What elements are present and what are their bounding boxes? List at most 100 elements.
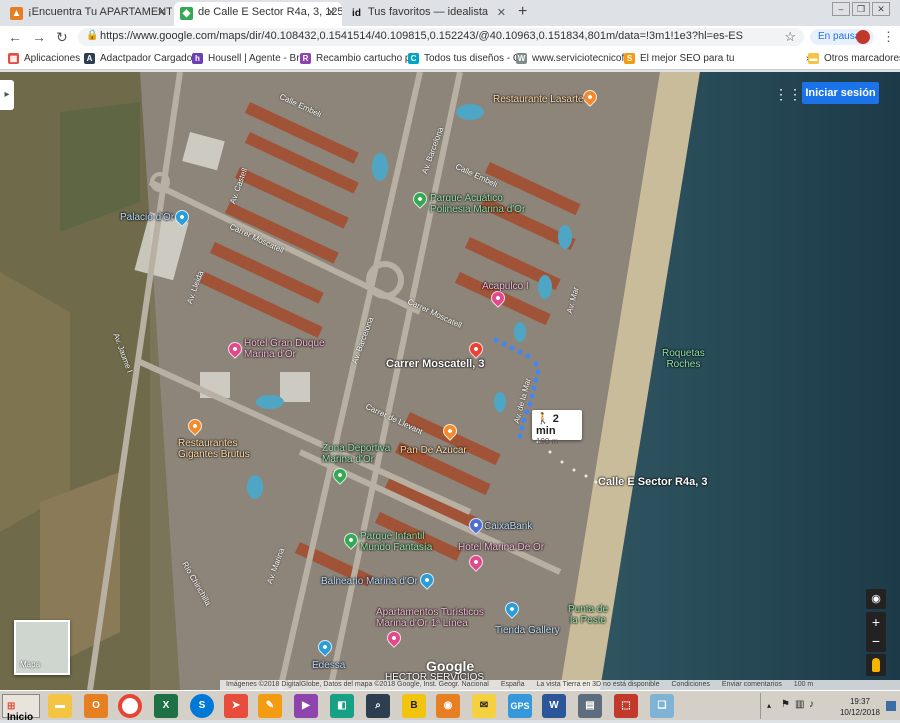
search-icon[interactable]: ⌕ bbox=[366, 694, 390, 718]
street-view-pegman-icon[interactable] bbox=[866, 654, 886, 676]
bookmark-housell[interactable]: h Housell | Agente - Br bbox=[192, 53, 300, 64]
chrome-icon[interactable] bbox=[118, 694, 142, 718]
layer-switcher-minimap[interactable]: Mapa bbox=[14, 620, 70, 675]
bookmark-favicon-icon: S bbox=[624, 53, 635, 64]
network-icon[interactable]: ▥ bbox=[795, 699, 804, 710]
terms-link[interactable]: Condiciones bbox=[671, 681, 710, 688]
place-label[interactable]: Palacio d'Or bbox=[120, 212, 174, 223]
reload-icon[interactable]: ↻ bbox=[56, 29, 68, 46]
bookmark-recambio[interactable]: R Recambio cartucho p bbox=[300, 53, 411, 64]
place-label[interactable]: Hotel Marina De Or bbox=[458, 542, 544, 553]
files-icon[interactable]: ▤ bbox=[578, 694, 602, 718]
map-canvas[interactable]: ▸ ⋮⋮⋮ Iniciar sesión Restaurante Lasarte… bbox=[0, 72, 900, 690]
tab-apartamento[interactable]: ▲ ¡Encuentra Tu APARTAMENTO e ✕ bbox=[4, 2, 172, 26]
origin-label[interactable]: Calle E Sector R4a, 3 bbox=[598, 477, 707, 488]
movie-icon[interactable]: ▶ bbox=[294, 694, 318, 718]
show-desktop-icon[interactable] bbox=[886, 701, 896, 711]
taskbar: ⊞ Inicio ▬ O X S ➤ ✎ ▶ ◧ ⌕ B ◉ ✉ GPS W ▤… bbox=[0, 690, 900, 723]
attribution-text: Imágenes ©2018 DigitalGlobe, Datos del m… bbox=[226, 681, 489, 688]
place-label[interactable]: CaixaBank bbox=[484, 521, 532, 532]
mail-icon[interactable]: ✉ bbox=[472, 694, 496, 718]
bookmark-seo[interactable]: S El mejor SEO para tu bbox=[624, 53, 734, 64]
send-icon[interactable]: ➤ bbox=[224, 694, 248, 718]
profile-button[interactable]: En pausa bbox=[810, 29, 874, 45]
bookmark-canva[interactable]: C Todos tus diseños - C bbox=[408, 53, 520, 64]
place-label[interactable]: Pan De Azúcar bbox=[400, 445, 467, 456]
b-app-icon[interactable]: B bbox=[402, 694, 426, 718]
close-window-button[interactable]: ✕ bbox=[872, 2, 890, 16]
excel-icon[interactable]: X bbox=[154, 694, 178, 718]
place-label[interactable]: Balneario Marina d'Or bbox=[321, 576, 418, 587]
place-label[interactable]: Hotel Gran Duque Marina d'Or bbox=[244, 338, 325, 360]
collapse-panel-button[interactable]: ▸ bbox=[0, 80, 14, 110]
skype-icon[interactable]: S bbox=[190, 694, 214, 718]
paint-icon[interactable]: ✎ bbox=[258, 694, 282, 718]
forward-arrow-icon[interactable]: → bbox=[32, 29, 46, 45]
place-label[interactable]: Parque Infantil Mundo Fantasía bbox=[360, 531, 432, 553]
place-label[interactable]: Apartamentos Turísticos Marina d'Or 1ª L… bbox=[376, 607, 484, 629]
outlook-icon[interactable]: O bbox=[84, 694, 108, 718]
volume-icon[interactable]: ♪ bbox=[809, 699, 814, 710]
start-button[interactable]: ⊞ Inicio bbox=[2, 694, 40, 723]
canva-favicon-icon: C bbox=[408, 53, 419, 64]
scale-label[interactable]: 100 m bbox=[794, 681, 813, 688]
address-bar[interactable]: 🔒 https://www.google.com/maps/dir/40.108… bbox=[78, 28, 804, 46]
my-location-button[interactable]: ◉ bbox=[866, 589, 886, 609]
bookmark-adactpador[interactable]: A Adactpador Cargado bbox=[84, 53, 192, 64]
place-label[interactable]: Zona Deportiva Marina d'Or bbox=[322, 443, 390, 465]
bookmark-star-icon[interactable]: ☆ bbox=[784, 29, 796, 45]
walking-time-popup[interactable]: 🚶 2 min 190 m bbox=[532, 410, 582, 446]
new-tab-button[interactable]: + bbox=[518, 3, 527, 21]
region-link[interactable]: España bbox=[501, 681, 525, 688]
place-label[interactable]: Parque Acuático Polinesia Marina d'Or bbox=[430, 193, 525, 215]
google-logo: Google bbox=[426, 658, 475, 674]
clock[interactable]: 19:37 10/12/2018 bbox=[840, 696, 880, 718]
3d-unavailable-text: La vista Tierra en 3D no está disponible bbox=[536, 681, 660, 688]
close-tab-icon[interactable]: ✕ bbox=[157, 6, 166, 19]
bookmark-serviciotecnico[interactable]: Wwww.serviciotecnicof bbox=[516, 53, 624, 64]
tab-idealista[interactable]: id Tus favoritos — idealista ✕ bbox=[344, 2, 512, 26]
page-icon: W bbox=[516, 53, 527, 64]
photos-icon[interactable]: ◧ bbox=[330, 694, 354, 718]
word-icon[interactable]: W bbox=[542, 694, 566, 718]
tab-favicon-icon: ▲ bbox=[10, 7, 23, 20]
place-label[interactable]: Roquetas Roches bbox=[662, 348, 705, 370]
tab-strip: ▲ ¡Encuentra Tu APARTAMENTO e ✕ ◆ de Cal… bbox=[0, 0, 900, 26]
feedback-link[interactable]: Enviar comentarios bbox=[722, 681, 782, 688]
close-tab-icon[interactable]: ✕ bbox=[327, 6, 336, 19]
folder-icon: ▬ bbox=[808, 53, 819, 64]
housell-favicon-icon: h bbox=[192, 53, 203, 64]
place-label[interactable]: Edessa bbox=[312, 660, 345, 671]
tab-title: ¡Encuentra Tu APARTAMENTO e bbox=[28, 6, 172, 18]
flag-icon[interactable]: ⚑ bbox=[781, 699, 790, 710]
zoom-out-button[interactable]: − bbox=[866, 632, 886, 652]
bookmark-apps[interactable]: ▦ Aplicaciones bbox=[8, 53, 80, 64]
reader-icon[interactable]: ◉ bbox=[436, 694, 460, 718]
file-explorer-icon[interactable]: ▬ bbox=[48, 694, 72, 718]
system-tray: ▴ ⚑ ▥ ♪ 19:37 10/12/2018 bbox=[760, 693, 900, 719]
satellite-imagery bbox=[0, 72, 900, 690]
menu-kebab-icon[interactable]: ⋮ bbox=[882, 29, 895, 45]
pdf-icon[interactable]: ⬚ bbox=[614, 694, 638, 718]
clock-time: 19:37 bbox=[849, 697, 870, 706]
bookmark-other[interactable]: ▬ Otros marcadores bbox=[808, 53, 900, 64]
place-label[interactable]: Restaurantes Gigantes Brutus bbox=[178, 438, 250, 460]
tab-google-maps[interactable]: ◆ de Calle E Sector R4a, 3, 12594 O ✕ bbox=[174, 2, 342, 26]
gps-icon[interactable]: GPS bbox=[508, 694, 532, 718]
copy-icon[interactable]: ❏ bbox=[650, 694, 674, 718]
bookmark-favicon-icon: R bbox=[300, 53, 311, 64]
back-arrow-icon[interactable]: ← bbox=[8, 29, 22, 45]
sign-in-button[interactable]: Iniciar sesión bbox=[802, 82, 879, 104]
place-label[interactable]: Acapulco I bbox=[482, 281, 529, 292]
place-label[interactable]: Restaurante Lasarte bbox=[493, 94, 584, 105]
destination-label[interactable]: Carrer Moscatell, 3 bbox=[386, 359, 484, 370]
bookmark-favicon-icon: A bbox=[84, 53, 95, 64]
place-label[interactable]: Punta de la Peste bbox=[568, 604, 608, 626]
close-tab-icon[interactable]: ✕ bbox=[497, 6, 506, 19]
minimize-window-button[interactable]: – bbox=[832, 2, 850, 16]
restore-window-button[interactable]: ❐ bbox=[852, 2, 870, 16]
zoom-in-button[interactable]: + bbox=[866, 612, 886, 632]
tray-chevron-icon[interactable]: ▴ bbox=[767, 701, 771, 710]
idealista-favicon-icon: id bbox=[352, 8, 361, 19]
place-label[interactable]: Tienda Gallery bbox=[495, 625, 560, 636]
